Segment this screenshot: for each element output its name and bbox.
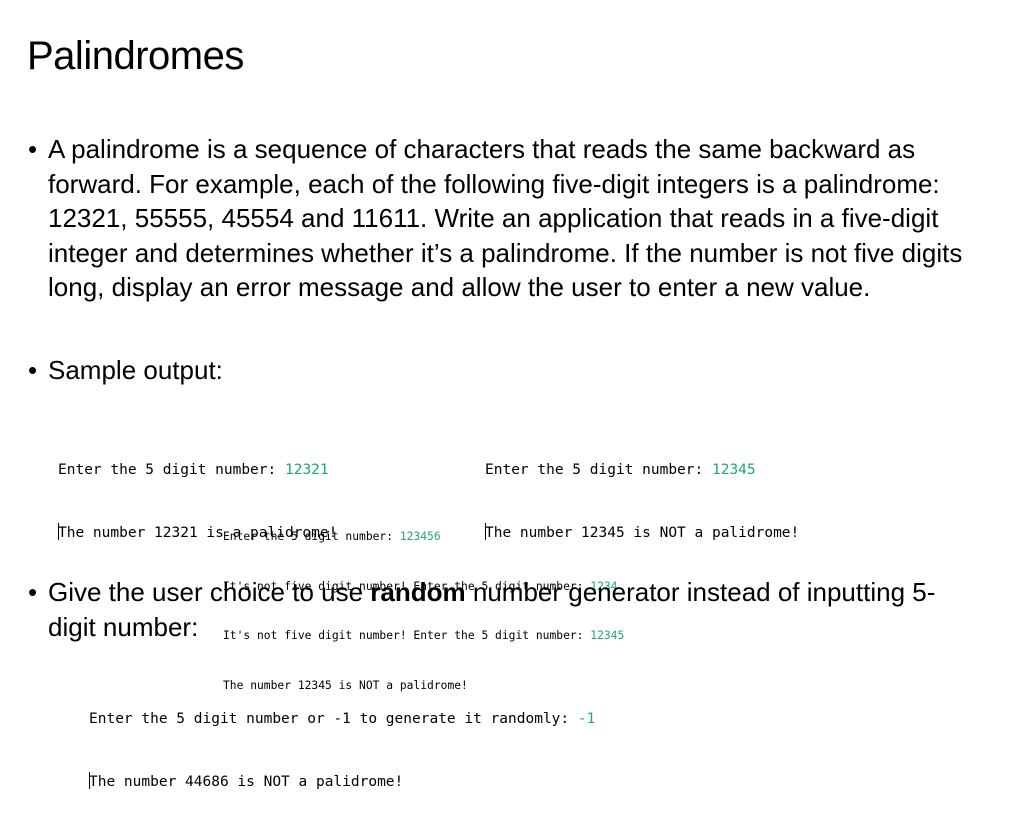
console-prompt-line: Enter the 5 digit number: 123456 <box>223 529 624 546</box>
console-user-input: -1 <box>577 711 596 727</box>
console-result-line: The number 44686 is NOT a palidrome! <box>89 772 595 793</box>
bullet-marker: • <box>28 577 38 607</box>
bullet-palindrome-description: • A palindrome is a sequence of characte… <box>28 132 978 305</box>
console-output-random: Enter the 5 digit number or -1 to genera… <box>89 667 595 814</box>
bullet-marker: • <box>28 134 38 164</box>
console-prompt-line: Enter the 5 digit number or -1 to genera… <box>89 709 595 730</box>
console-user-input: 123456 <box>399 530 441 543</box>
console-prompt: Enter the 5 digit number: <box>485 462 712 478</box>
bullet-text: Sample output: <box>48 355 223 385</box>
console-prompt: Enter the 5 digit number: <box>58 462 285 478</box>
console-prompt-line: Enter the 5 digit number: 12345 <box>485 460 799 481</box>
console-user-input: 12321 <box>284 462 329 478</box>
bullet-marker: • <box>28 355 38 385</box>
bullet-text-bold: random <box>370 577 466 607</box>
console-prompt-line: Enter the 5 digit number: 12321 <box>58 460 337 481</box>
slide-title: Palindromes <box>27 34 244 78</box>
bullet-random-option: • Give the user choice to use random num… <box>28 575 978 644</box>
bullet-sample-output: • Sample output: <box>28 353 978 388</box>
console-result: The number 44686 is NOT a palidrome! <box>89 774 404 790</box>
bullet-text: Give the user choice to use random numbe… <box>28 575 978 644</box>
console-user-input: 12345 <box>711 462 756 478</box>
bullet-text: A palindrome is a sequence of characters… <box>48 134 963 302</box>
console-prompt: Enter the 5 digit number: <box>223 530 400 543</box>
console-prompt: Enter the 5 digit number or -1 to genera… <box>89 711 578 727</box>
bullet-text-part: Give the user choice to use <box>48 577 371 607</box>
